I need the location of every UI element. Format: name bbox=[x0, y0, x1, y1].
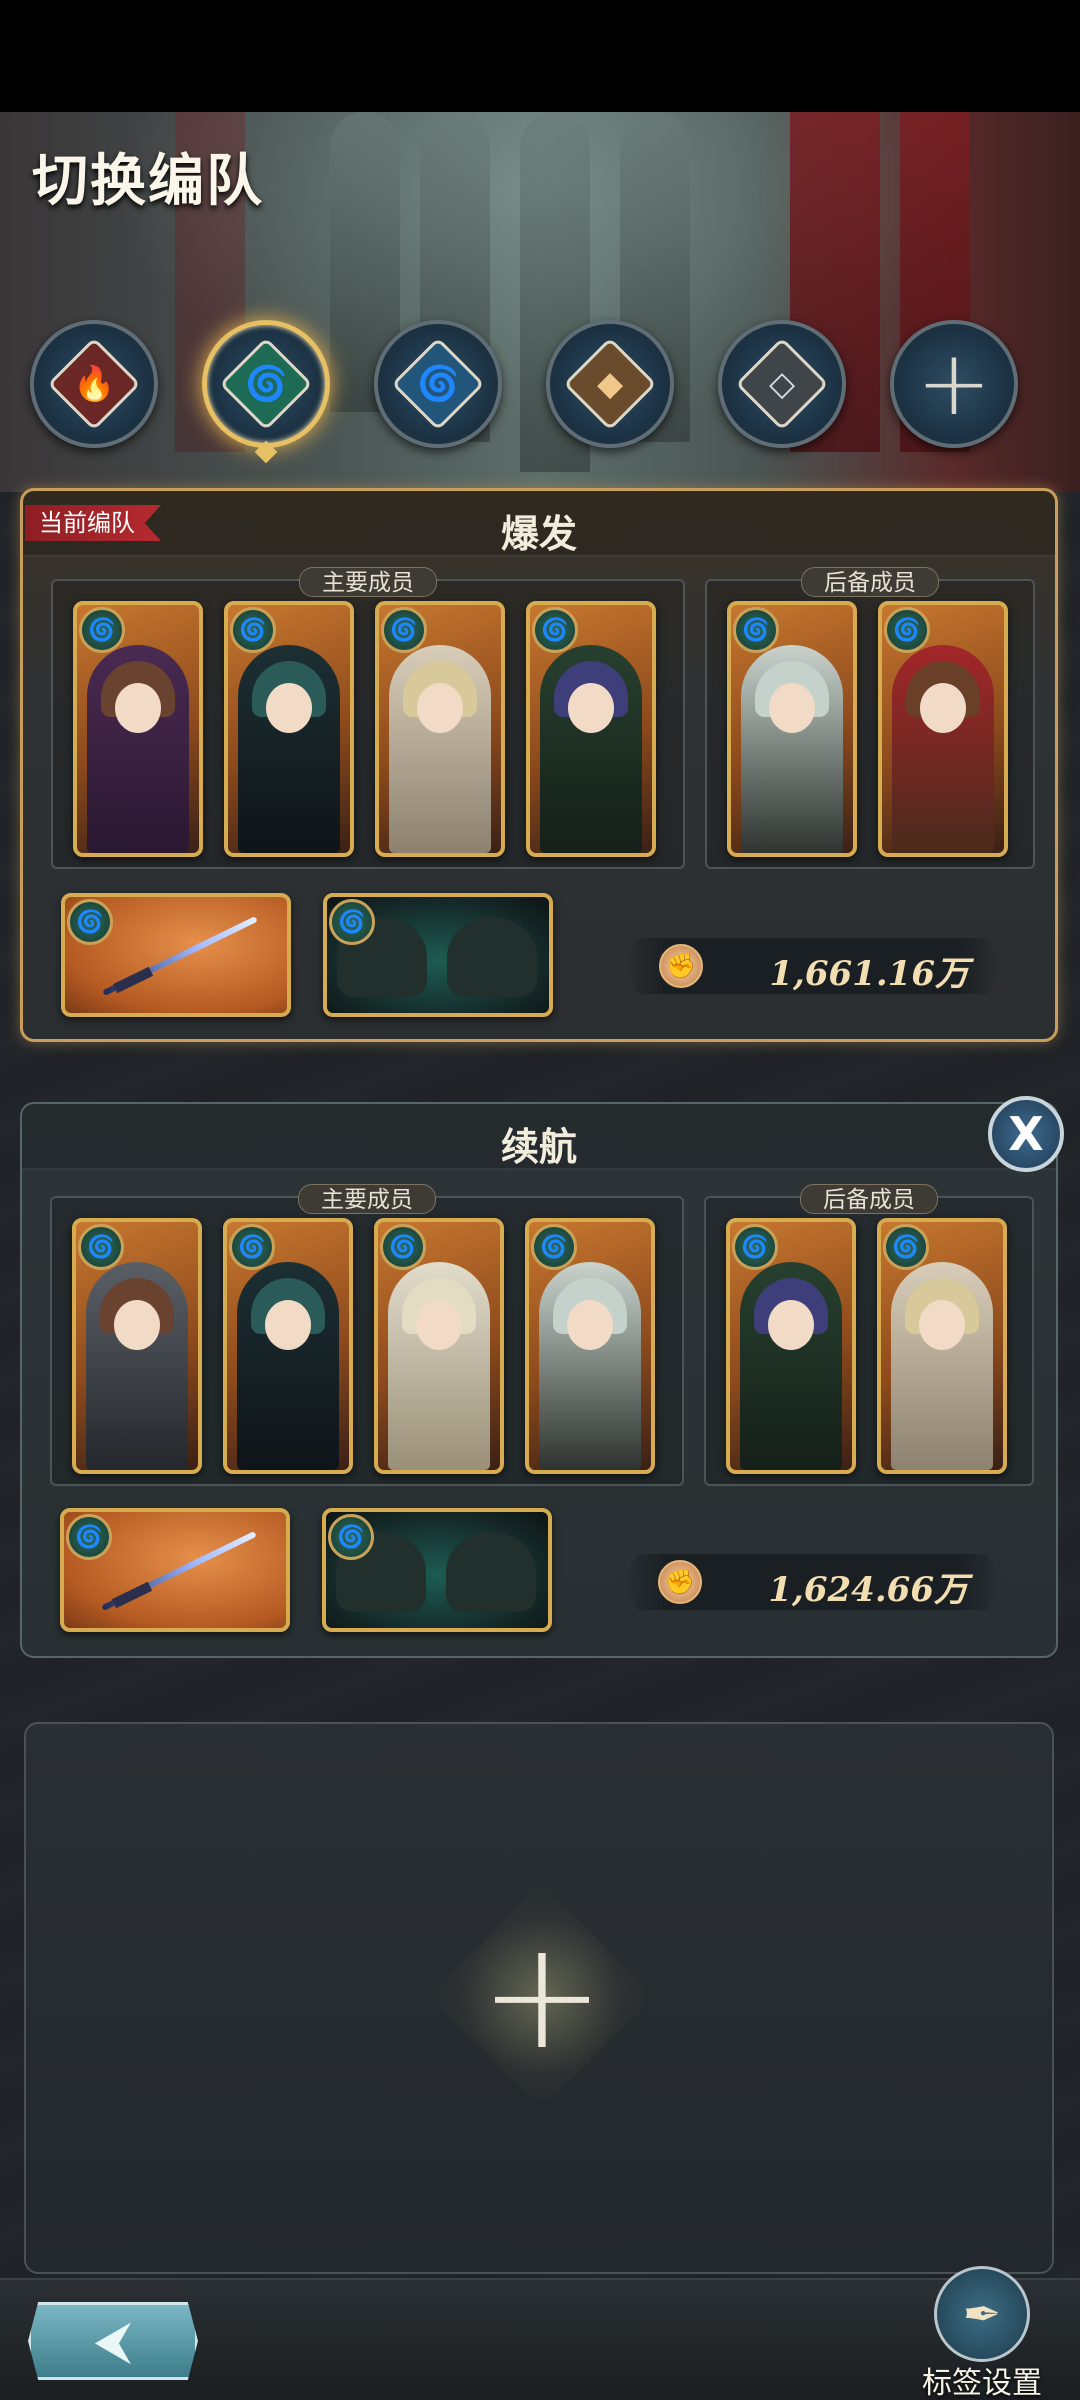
power-fist-icon: ✊ bbox=[658, 1560, 702, 1604]
tab-wind[interactable]: 🌀 bbox=[202, 320, 330, 448]
team-name: 续航 bbox=[500, 1124, 577, 1169]
team-header: 当前编队 爆发 bbox=[23, 491, 1055, 557]
quill-icon: ✒ bbox=[934, 2266, 1030, 2362]
tab-fire[interactable]: 🔥 bbox=[30, 320, 158, 448]
team-name: 爆发 bbox=[500, 511, 577, 556]
tag-settings-button[interactable]: ✒ 标签设置 bbox=[916, 2266, 1048, 2400]
member-card[interactable]: 🌀 bbox=[374, 1218, 504, 1474]
member-card[interactable]: 🌀 bbox=[526, 601, 656, 857]
tab-add[interactable]: + bbox=[890, 320, 1018, 448]
water-icon: 🌀 bbox=[416, 364, 460, 404]
weapon-card[interactable]: 🌀 bbox=[60, 1508, 290, 1632]
back-arrow-icon: ⮜ bbox=[94, 2311, 132, 2371]
reserve-members-label: 后备成员 bbox=[801, 567, 939, 597]
power-value: 1,661.16万 bbox=[769, 954, 969, 994]
member-card[interactable]: 🌀 bbox=[73, 601, 203, 857]
tab-neutral[interactable]: ◇ bbox=[718, 320, 846, 448]
tag-settings-label: 标签设置 bbox=[922, 2366, 1042, 2400]
empty-team-slot[interactable]: + bbox=[24, 1722, 1054, 2274]
team-power: ✊ 1,624.66万 bbox=[622, 1554, 1002, 1610]
phantom-card[interactable]: 🌀 bbox=[323, 893, 553, 1017]
wind-icon: 🌀 bbox=[78, 1224, 124, 1270]
main-members-label: 主要成员 bbox=[299, 567, 437, 597]
team-header: 续航 bbox=[22, 1104, 1056, 1170]
plus-icon: + bbox=[479, 1909, 605, 2083]
weapon-card[interactable]: 🌀 bbox=[61, 893, 291, 1017]
member-card[interactable]: 🌀 bbox=[878, 601, 1008, 857]
member-card[interactable]: 🌀 bbox=[72, 1218, 202, 1474]
member-card[interactable]: 🌀 bbox=[726, 1218, 856, 1474]
earth-icon: ◆ bbox=[596, 364, 624, 404]
delete-team-button[interactable]: X bbox=[988, 1096, 1064, 1172]
tab-water[interactable]: 🌀 bbox=[374, 320, 502, 448]
neutral-icon: ◇ bbox=[768, 364, 796, 404]
wind-icon: 🌀 bbox=[329, 899, 375, 945]
wind-icon: 🌀 bbox=[884, 607, 930, 653]
wind-icon: 🌀 bbox=[380, 1224, 426, 1270]
power-value: 1,624.66万 bbox=[768, 1570, 968, 1610]
wind-icon: 🌀 bbox=[229, 1224, 275, 1270]
wind-icon: 🌀 bbox=[328, 1514, 374, 1560]
reserve-members-label: 后备成员 bbox=[800, 1184, 938, 1214]
member-card[interactable]: 🌀 bbox=[223, 1218, 353, 1474]
wind-icon: 🌀 bbox=[883, 1224, 929, 1270]
member-card[interactable]: 🌀 bbox=[224, 601, 354, 857]
member-card[interactable]: 🌀 bbox=[525, 1218, 655, 1474]
page-title: 切换编队 bbox=[32, 148, 264, 214]
wind-icon: 🌀 bbox=[79, 607, 125, 653]
wind-icon: 🌀 bbox=[532, 607, 578, 653]
wind-icon: 🌀 bbox=[67, 899, 113, 945]
wind-icon: 🌀 bbox=[531, 1224, 577, 1270]
status-bar bbox=[0, 0, 1080, 112]
wind-icon: 🌀 bbox=[381, 607, 427, 653]
member-card[interactable]: 🌀 bbox=[877, 1218, 1007, 1474]
add-team-button[interactable]: + bbox=[428, 1882, 656, 2110]
plus-icon: + bbox=[916, 331, 992, 436]
member-card[interactable]: 🌀 bbox=[375, 601, 505, 857]
wind-icon: 🌀 bbox=[244, 364, 288, 404]
fire-icon: 🔥 bbox=[72, 364, 116, 404]
main-members-label: 主要成员 bbox=[298, 1184, 436, 1214]
team-panel[interactable]: 续航 主要成员 后备成员 🌀 🌀 🌀 🌀 🌀 🌀 🌀 🌀 ✊ 1,624.66万 bbox=[20, 1102, 1058, 1658]
back-button[interactable]: ⮜ bbox=[28, 2302, 198, 2380]
wind-icon: 🌀 bbox=[732, 1224, 778, 1270]
team-power: ✊ 1,661.16万 bbox=[623, 938, 1003, 994]
wind-icon: 🌀 bbox=[230, 607, 276, 653]
team-panel-current[interactable]: 当前编队 爆发 主要成员 后备成员 🌀 🌀 🌀 🌀 🌀 🌀 🌀 🌀 ✊ 1,66… bbox=[20, 488, 1058, 1042]
tab-earth[interactable]: ◆ bbox=[546, 320, 674, 448]
member-card[interactable]: 🌀 bbox=[727, 601, 857, 857]
power-fist-icon: ✊ bbox=[659, 944, 703, 988]
bottom-bar: ⮜ ✒ 标签设置 bbox=[0, 2266, 1080, 2400]
wind-icon: 🌀 bbox=[66, 1514, 112, 1560]
wind-icon: 🌀 bbox=[733, 607, 779, 653]
phantom-card[interactable]: 🌀 bbox=[322, 1508, 552, 1632]
